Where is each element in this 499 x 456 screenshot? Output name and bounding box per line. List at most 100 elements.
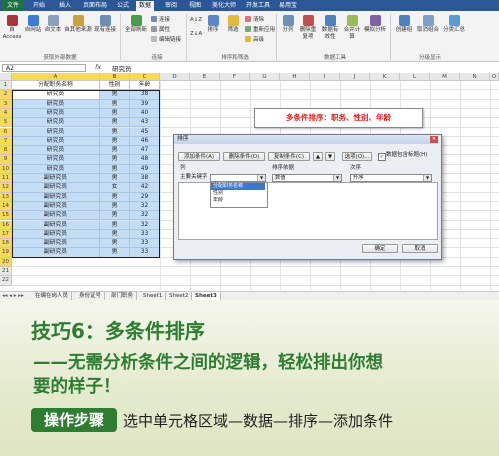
table-cell[interactable]: 32 bbox=[130, 201, 160, 212]
table-cell[interactable]: 48 bbox=[130, 155, 160, 165]
column-select[interactable]: ▼ bbox=[210, 174, 266, 182]
tab-file[interactable]: 文件 bbox=[2, 0, 24, 11]
column-header-a[interactable]: A bbox=[12, 73, 100, 81]
table-cell[interactable]: 研究员 bbox=[12, 127, 100, 137]
row-header[interactable]: 20 bbox=[0, 257, 12, 267]
column-header-d[interactable]: D bbox=[160, 73, 190, 81]
header-cell[interactable]: 年龄 bbox=[130, 81, 160, 91]
from-access-button[interactable]: 自 Access bbox=[2, 15, 22, 41]
column-header-f[interactable]: F bbox=[220, 73, 250, 81]
table-cell[interactable]: 研究员 bbox=[12, 136, 100, 147]
tab-beautify[interactable]: 美化大师 bbox=[209, 1, 239, 11]
clear-button[interactable]: 清除 bbox=[245, 16, 264, 24]
ungroup-button[interactable]: 取消组合 bbox=[416, 15, 440, 34]
order-select[interactable]: 升序 ▼ bbox=[350, 174, 432, 182]
sort-za-icon[interactable]: Z↓A bbox=[190, 31, 202, 38]
refresh-all-button[interactable]: 全部刷新 bbox=[124, 15, 148, 34]
table-cell[interactable]: 男 bbox=[100, 155, 130, 165]
remove-duplicates-button[interactable]: 删除重复项 bbox=[298, 15, 318, 41]
sheet-tab[interactable]: 身份证号 bbox=[76, 292, 106, 300]
row-header[interactable]: 17 bbox=[0, 229, 12, 240]
sheet-tab[interactable]: Sheet2 bbox=[166, 292, 193, 300]
row-header[interactable]: 9 bbox=[0, 155, 12, 165]
table-cell[interactable]: 副研究员 bbox=[12, 239, 100, 249]
row-header[interactable]: 7 bbox=[0, 136, 12, 147]
table-cell[interactable]: 男 bbox=[100, 201, 130, 212]
sheet-tab[interactable]: 部门职务 bbox=[108, 292, 138, 300]
tab-page-layout[interactable]: 页面布局 bbox=[80, 1, 110, 11]
column-header-i[interactable]: I bbox=[310, 73, 340, 81]
table-cell[interactable]: 副研究员 bbox=[12, 174, 100, 184]
header-cell[interactable]: 性别 bbox=[100, 81, 130, 91]
reapply-button[interactable]: 重新应用 bbox=[245, 26, 275, 34]
row-header[interactable]: 8 bbox=[0, 146, 12, 156]
edit-links-button[interactable]: 编辑链接 bbox=[151, 36, 181, 44]
table-cell[interactable]: 研究员 bbox=[12, 155, 100, 165]
tab-insert[interactable]: 插入 bbox=[56, 1, 74, 11]
column-header-e[interactable]: E bbox=[190, 73, 220, 81]
table-cell[interactable]: 研究员 bbox=[12, 90, 100, 100]
row-header[interactable]: 11 bbox=[0, 174, 12, 184]
table-cell[interactable]: 男 bbox=[100, 229, 130, 240]
table-cell[interactable]: 43 bbox=[130, 118, 160, 128]
table-cell[interactable]: 男 bbox=[100, 136, 130, 147]
column-header-j[interactable]: J bbox=[340, 73, 370, 81]
group-button[interactable]: 创建组 bbox=[394, 15, 414, 34]
row-header[interactable]: 18 bbox=[0, 239, 12, 249]
table-cell[interactable]: 32 bbox=[130, 220, 160, 230]
what-if-button[interactable]: 模拟分析 bbox=[364, 15, 386, 34]
sheet-tab-active[interactable]: Sheet3 bbox=[192, 292, 221, 300]
table-cell[interactable]: 40 bbox=[130, 108, 160, 119]
table-cell[interactable]: 研究员 bbox=[12, 118, 100, 128]
table-cell[interactable]: 男 bbox=[100, 108, 130, 119]
table-cell[interactable]: 男 bbox=[100, 192, 130, 202]
table-cell[interactable]: 45 bbox=[130, 127, 160, 137]
table-cell[interactable]: 副研究员 bbox=[12, 211, 100, 221]
table-cell[interactable]: 副研究员 bbox=[12, 220, 100, 230]
column-header-n[interactable]: N bbox=[460, 73, 490, 81]
table-cell[interactable]: 33 bbox=[130, 229, 160, 240]
table-cell[interactable]: 男 bbox=[100, 239, 130, 249]
table-cell[interactable]: 47 bbox=[130, 146, 160, 156]
column-header-l[interactable]: L bbox=[400, 73, 430, 81]
row-header[interactable]: 1 bbox=[0, 81, 12, 91]
tab-review[interactable]: 审阅 bbox=[162, 1, 180, 11]
delete-level-button[interactable]: 删除条件(D) bbox=[223, 152, 265, 161]
tab-home[interactable]: 开始 bbox=[30, 1, 48, 11]
sheet-tab[interactable]: 在编在岗人员 bbox=[32, 292, 73, 300]
close-icon[interactable]: ✕ bbox=[430, 136, 438, 143]
table-cell[interactable]: 副研究员 bbox=[12, 201, 100, 212]
table-cell[interactable]: 副研究员 bbox=[12, 183, 100, 193]
table-cell[interactable]: 49 bbox=[130, 164, 160, 174]
column-header-m[interactable]: M bbox=[430, 73, 460, 81]
row-header[interactable]: 4 bbox=[0, 108, 12, 119]
table-cell[interactable]: 男 bbox=[100, 90, 130, 100]
row-header[interactable]: 12 bbox=[0, 183, 12, 193]
table-cell[interactable]: 男 bbox=[100, 164, 130, 174]
row-header[interactable]: 2 bbox=[0, 90, 12, 100]
column-header-h[interactable]: H bbox=[280, 73, 310, 81]
row-header[interactable]: 3 bbox=[0, 99, 12, 109]
tab-data[interactable]: 数据 bbox=[136, 1, 155, 11]
table-cell[interactable]: 29 bbox=[130, 192, 160, 202]
table-cell[interactable]: 女 bbox=[100, 183, 130, 193]
sheet-nav-arrows[interactable]: ◂◂ ◂ ▸ ▸▸ bbox=[2, 292, 24, 300]
table-cell[interactable]: 42 bbox=[130, 183, 160, 193]
table-cell[interactable]: 46 bbox=[130, 136, 160, 147]
consolidate-button[interactable]: 合并计算 bbox=[342, 15, 362, 41]
table-cell[interactable]: 38 bbox=[130, 174, 160, 184]
column-header-k[interactable]: K bbox=[370, 73, 400, 81]
filter-button[interactable]: 筛选 bbox=[224, 15, 242, 34]
list-item[interactable]: 分配职务名称 bbox=[211, 183, 265, 190]
fx-icon[interactable]: fx bbox=[95, 63, 101, 71]
table-cell[interactable]: 33 bbox=[130, 239, 160, 249]
row-header[interactable]: 14 bbox=[0, 201, 12, 212]
tab-formulas[interactable]: 公式 bbox=[114, 1, 132, 11]
row-header[interactable]: 5 bbox=[0, 118, 12, 128]
tab-developer[interactable]: 开发工具 bbox=[243, 1, 273, 11]
table-cell[interactable]: 男 bbox=[100, 146, 130, 156]
advanced-button[interactable]: 高级 bbox=[245, 36, 264, 44]
existing-connections-button[interactable]: 现有连接 bbox=[93, 15, 117, 34]
table-cell[interactable]: 男 bbox=[100, 174, 130, 184]
column-header-g[interactable]: G bbox=[250, 73, 280, 81]
